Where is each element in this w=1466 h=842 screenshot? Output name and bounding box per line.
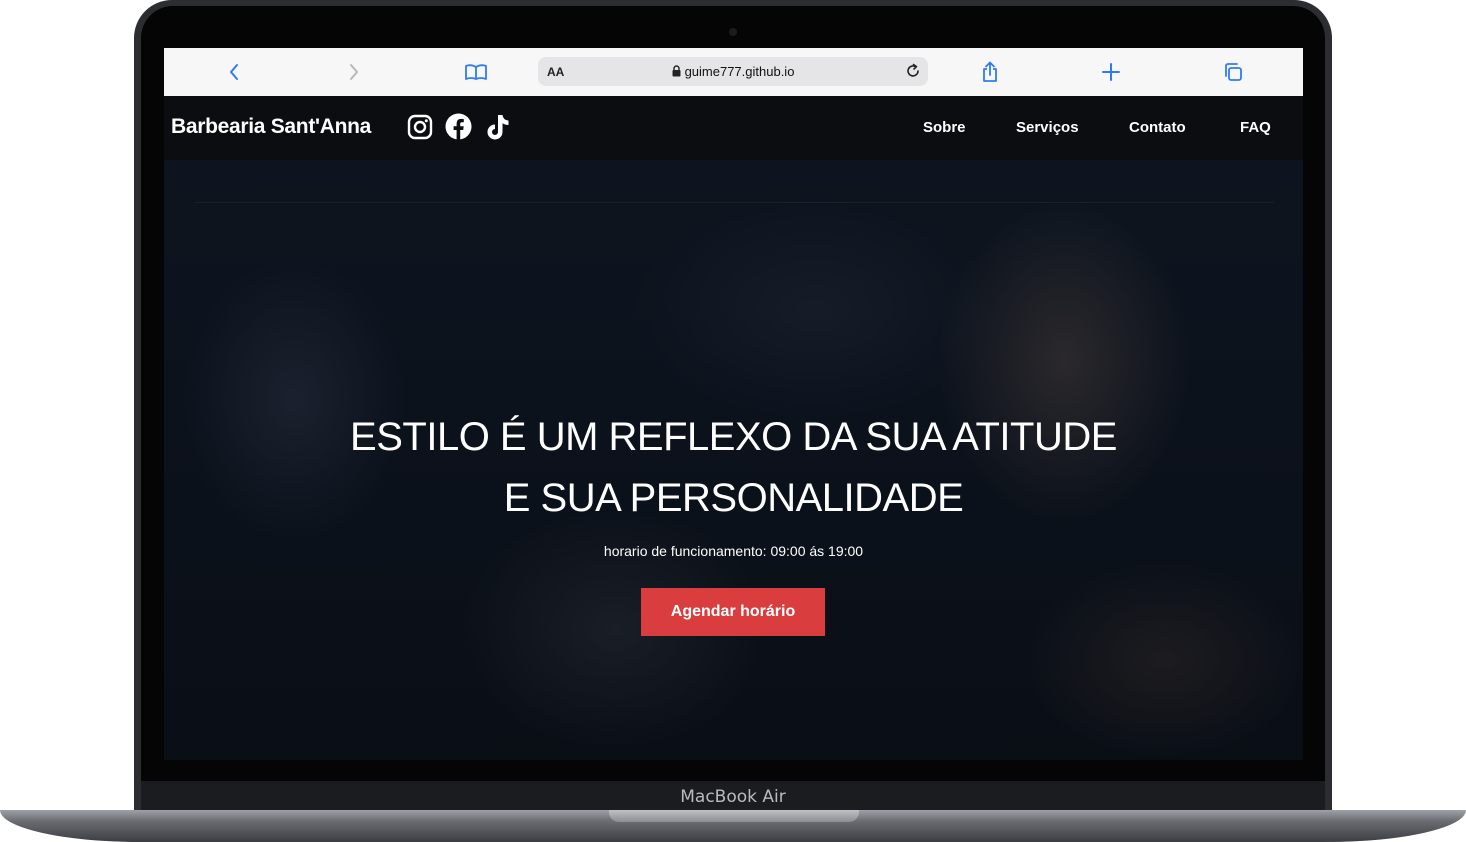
menu-link-servicos[interactable]: Serviços — [1016, 119, 1079, 136]
url-text-wrap: guime777.github.io — [538, 64, 928, 80]
opening-hours: horario de funcionamento: 09:00 ás 19:00 — [603, 543, 864, 559]
back-icon[interactable] — [222, 60, 246, 84]
share-icon[interactable] — [978, 60, 1002, 84]
menu-link-contato[interactable]: Contato — [1129, 119, 1186, 136]
tiktok-icon[interactable] — [484, 113, 511, 140]
instagram-icon[interactable] — [406, 113, 433, 140]
address-bar[interactable]: AA guime777.github.io — [538, 57, 928, 86]
menu-link-faq[interactable]: FAQ — [1240, 119, 1271, 136]
hero-headline: ESTILO É UM REFLEXO DA SUA ATITUDE E SUA… — [164, 407, 1303, 529]
hero-divider — [194, 202, 1274, 203]
browser-toolbar: AA guime777.github.io — [164, 48, 1303, 97]
menu-link-sobre[interactable]: Sobre — [923, 119, 966, 136]
hero-section: ESTILO É UM REFLEXO DA SUA ATITUDE E SUA… — [164, 160, 1303, 760]
screen: AA guime777.github.io Barbearia Sant'Ann… — [164, 48, 1303, 760]
book-appointment-button[interactable]: Agendar horário — [641, 588, 825, 636]
device-label: MacBook Air — [680, 787, 786, 807]
hero-headline-line-1: ESTILO É UM REFLEXO DA SUA ATITUDE — [350, 415, 1117, 459]
url-text: guime777.github.io — [684, 64, 795, 79]
hero-headline-line-2: E SUA PERSONALIDADE — [503, 476, 964, 520]
social-links — [406, 113, 511, 140]
laptop-notch — [609, 810, 859, 822]
reload-icon[interactable] — [904, 62, 922, 85]
new-tab-icon[interactable] — [1099, 60, 1123, 84]
site-brand[interactable]: Barbearia Sant'Anna — [171, 115, 371, 139]
camera-dot — [729, 28, 737, 36]
forward-icon[interactable] — [342, 60, 366, 84]
tabs-overview-icon[interactable] — [1221, 60, 1245, 84]
lock-icon — [672, 65, 681, 80]
bookmarks-icon[interactable] — [464, 60, 488, 84]
facebook-icon[interactable] — [445, 113, 472, 140]
site-navbar: Barbearia Sant'Anna Sobre Serviços Conta… — [164, 96, 1303, 160]
